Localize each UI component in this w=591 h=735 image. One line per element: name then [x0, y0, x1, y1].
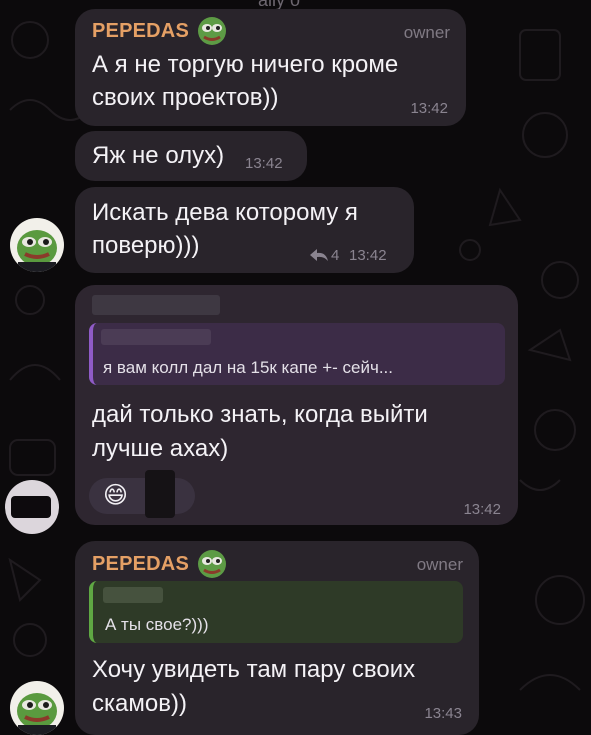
- sender-name[interactable]: PEPEDAS: [92, 553, 189, 576]
- reply-quote[interactable]: я вам колл дал на 15к капе +- сейч...: [89, 323, 505, 385]
- message-time: 13:43: [424, 705, 462, 722]
- message-time: 13:42: [245, 155, 283, 172]
- redacted-sender: [92, 295, 220, 315]
- quote-text: я вам колл дал на 15к капе +- сейч...: [103, 358, 393, 377]
- message-text: своих проектов)): [92, 84, 279, 111]
- message-text: лучше ахах): [92, 435, 229, 462]
- message-bubble[interactable]: PEPEDAS owner А ты свое?))) Хочу увидеть…: [75, 541, 479, 735]
- message-bubble[interactable]: я вам колл дал на 15к капе +- сейч... да…: [75, 285, 518, 525]
- message-bubble[interactable]: PEPEDAS owner А я не торгую ничего кроме…: [75, 9, 466, 126]
- pepe-badge-icon: [197, 16, 227, 51]
- pepe-avatar[interactable]: [10, 218, 64, 272]
- message-time: 13:42: [463, 501, 501, 518]
- message-text: А я не торгую ничего кроме: [92, 51, 399, 78]
- redacted-avatar[interactable]: [5, 480, 59, 534]
- message-text: Хочу увидеть там пару своих: [92, 656, 416, 683]
- message-bubble[interactable]: Искать дева которому я поверю))) 4 13:42: [75, 187, 414, 273]
- reaction-chip[interactable]: 😄: [89, 470, 195, 518]
- quote-text: А ты свое?))): [105, 615, 209, 634]
- message-text: поверю))): [92, 232, 200, 259]
- message-text: дай только знать, когда выйти: [92, 401, 428, 428]
- message-time: 13:42: [410, 100, 448, 117]
- owner-badge: owner: [416, 555, 463, 574]
- message-text: Искать дева которому я: [92, 199, 358, 226]
- replies-icon[interactable]: [309, 247, 329, 268]
- redacted-quote-author: [101, 329, 211, 345]
- owner-badge: owner: [403, 23, 450, 42]
- message-text: скамов)): [92, 690, 187, 717]
- redacted-quote-author: [103, 587, 163, 603]
- pepe-avatar[interactable]: [10, 681, 64, 735]
- sender-name[interactable]: PEPEDAS: [92, 20, 189, 43]
- grin-emoji-icon: 😄: [103, 482, 129, 509]
- redacted-reactor-avatar: [145, 470, 175, 518]
- pepe-badge-icon: [197, 549, 227, 584]
- reply-count[interactable]: 4: [331, 247, 339, 264]
- reply-quote[interactable]: А ты свое?))): [89, 581, 463, 643]
- message-time: 13:42: [349, 247, 387, 264]
- message-bubble[interactable]: Яж не олух) 13:42: [75, 131, 307, 181]
- message-text: Яж не олух): [92, 142, 225, 169]
